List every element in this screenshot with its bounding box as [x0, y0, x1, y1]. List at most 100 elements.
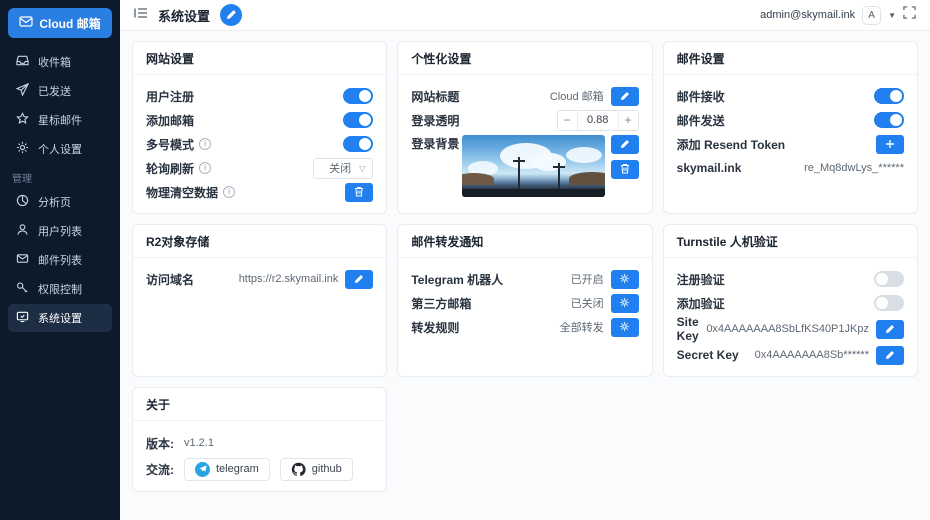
sidebar-item-analytics[interactable]: 分析页 [8, 188, 112, 216]
card-title: 邮件转发通知 [398, 225, 652, 258]
opacity-value[interactable]: 0.88 [576, 110, 619, 130]
card-title: 关于 [133, 388, 387, 421]
card-website-settings: 网站设置 用户注册 添加邮箱 多号模式 i 轮询刷新 i 关闭 ▽ 物理清空数据… [132, 41, 388, 214]
setting-row-mail-send: 邮件发送 [677, 108, 904, 132]
card-body: 注册验证 添加验证 Site Key 0x4AAAAAAA8SbLfKS40P1… [664, 258, 917, 376]
sidebar-item-mail-list[interactable]: 邮件列表 [8, 246, 112, 274]
stepper-plus-button[interactable]: + [618, 110, 638, 130]
card-mail-settings: 邮件设置 邮件接收 邮件发送 添加 Resend Token skymail.i… [662, 41, 918, 214]
setting-label: 第三方邮箱 [411, 296, 472, 311]
pencil-icon [885, 348, 895, 363]
multi-account-toggle[interactable] [343, 136, 374, 152]
github-icon [291, 462, 306, 477]
setting-label: 多号模式 [146, 137, 195, 152]
login-background-image[interactable] [461, 135, 605, 197]
sidebar-item-starred[interactable]: 星标邮件 [8, 106, 112, 134]
site-key-edit-button[interactable] [875, 319, 904, 339]
fullscreen-icon[interactable] [903, 6, 916, 24]
card-r2-storage: R2对象存储 访问域名 https://r2.skymail.ink [132, 224, 388, 377]
telegram-bot-config-button[interactable] [610, 269, 639, 289]
setting-row-purge-data: 物理清空数据 i [146, 180, 374, 204]
setting-row-user-register: 用户注册 [146, 84, 374, 108]
background-edit-button[interactable] [610, 135, 639, 154]
forward-rule-status: 全部转发 [559, 322, 604, 334]
setting-row-multi-account: 多号模式 i [146, 132, 374, 156]
poll-refresh-select[interactable]: 关闭 ▽ [313, 157, 374, 179]
telegram-bot-status: 已开启 [570, 274, 604, 286]
logo-button[interactable]: Cloud 邮箱 [8, 8, 112, 38]
info-icon[interactable]: i [199, 138, 212, 150]
sidebar-item-sent[interactable]: 已发送 [8, 77, 112, 105]
envelope-icon [19, 16, 33, 30]
mail-receive-toggle[interactable] [873, 88, 904, 104]
access-domain-value: https://r2.skymail.ink [238, 273, 339, 285]
stepper-minus-button[interactable]: − [557, 110, 577, 130]
sidebar-item-users[interactable]: 用户列表 [8, 217, 112, 245]
settings-content: 网站设置 用户注册 添加邮箱 多号模式 i 轮询刷新 i 关闭 ▽ 物理清空数据… [120, 31, 930, 502]
login-background-group [461, 135, 639, 197]
card-about: 关于 版本: v1.2.1 交流: telegram github [132, 387, 388, 492]
register-verify-toggle[interactable] [873, 271, 904, 287]
github-link-label: github [311, 463, 342, 475]
topbar-user-area: admin@skymail.ink A ▼ [760, 5, 916, 25]
site-title-edit-button[interactable] [610, 86, 639, 106]
add-resend-token-button[interactable] [875, 134, 904, 154]
purge-data-button[interactable] [345, 182, 374, 202]
secret-key-value: 0x4AAAAAAA8Sb****** [754, 349, 869, 361]
trash-icon [620, 162, 630, 177]
page-edit-button[interactable] [220, 4, 243, 26]
add-mailbox-toggle[interactable] [343, 112, 374, 128]
site-key-value: 0x4AAAAAAA8SbLfKS40P1JKpz [706, 323, 869, 335]
github-link-button[interactable]: github [279, 457, 353, 481]
sidebar-section-admin: 管理 [12, 174, 32, 185]
info-icon[interactable]: i [223, 186, 236, 198]
info-icon[interactable]: i [199, 162, 212, 174]
sidebar: Cloud 邮箱 收件箱 已发送 星标邮件 个人设置 管理 分析页 用户列表 邮… [0, 0, 120, 520]
setting-row-domain-token: skymail.ink re_Mq8dwLys_****** [677, 156, 904, 180]
gear-icon [619, 272, 630, 287]
card-turnstile: Turnstile 人机验证 注册验证 添加验证 Site Key 0x4AAA… [662, 224, 918, 377]
mail-send-toggle[interactable] [873, 112, 904, 128]
add-verify-toggle[interactable] [873, 295, 904, 311]
third-party-mail-config-button[interactable] [610, 293, 639, 313]
card-title: 个性化设置 [398, 42, 652, 75]
pie-chart-icon [16, 194, 29, 210]
sidebar-item-label: 用户列表 [38, 226, 82, 238]
contact-label: 交流: [146, 462, 174, 477]
logo-label: Cloud 邮箱 [39, 16, 101, 31]
pencil-icon [620, 89, 630, 104]
setting-label: 访问域名 [146, 272, 195, 287]
sidebar-item-system-settings[interactable]: 系统设置 [8, 304, 112, 332]
setting-row-third-party-mail: 第三方邮箱 已关闭 [411, 291, 639, 315]
star-icon [16, 112, 29, 128]
secret-key-edit-button[interactable] [875, 345, 904, 365]
background-delete-button[interactable] [610, 160, 639, 179]
setting-row-forward-rule: 转发规则 全部转发 [411, 315, 639, 339]
card-title: 网站设置 [133, 42, 387, 75]
menu-fold-icon[interactable] [134, 6, 148, 24]
sidebar-item-label: 收件箱 [38, 57, 71, 69]
card-title: R2对象存储 [133, 225, 387, 258]
setting-row-register-verify: 注册验证 [677, 267, 904, 291]
access-domain-edit-button[interactable] [345, 269, 374, 289]
sidebar-item-permissions[interactable]: 权限控制 [8, 275, 112, 303]
sidebar-item-label: 星标邮件 [38, 115, 82, 127]
sidebar-item-profile-settings[interactable]: 个人设置 [8, 135, 112, 163]
gear-icon [16, 141, 29, 157]
inbox-icon [16, 54, 29, 70]
forward-rule-config-button[interactable] [610, 317, 639, 337]
plus-icon [885, 137, 895, 152]
avatar[interactable]: A [862, 5, 882, 25]
chevron-down-icon[interactable]: ▼ [888, 11, 896, 20]
gear-icon [619, 296, 630, 311]
user-register-toggle[interactable] [343, 88, 374, 104]
opacity-stepper: − 0.88 + [556, 109, 639, 131]
sidebar-item-label: 个人设置 [38, 144, 82, 156]
telegram-link-button[interactable]: telegram [184, 457, 270, 481]
setting-label: 添加 Resend Token [676, 137, 786, 152]
sidebar-item-inbox[interactable]: 收件箱 [8, 48, 112, 76]
card-title: 邮件设置 [663, 42, 917, 75]
about-contact-row: 交流: telegram github [146, 456, 373, 482]
setting-label: Telegram 机器人 [411, 272, 504, 287]
telegram-icon [195, 461, 210, 477]
